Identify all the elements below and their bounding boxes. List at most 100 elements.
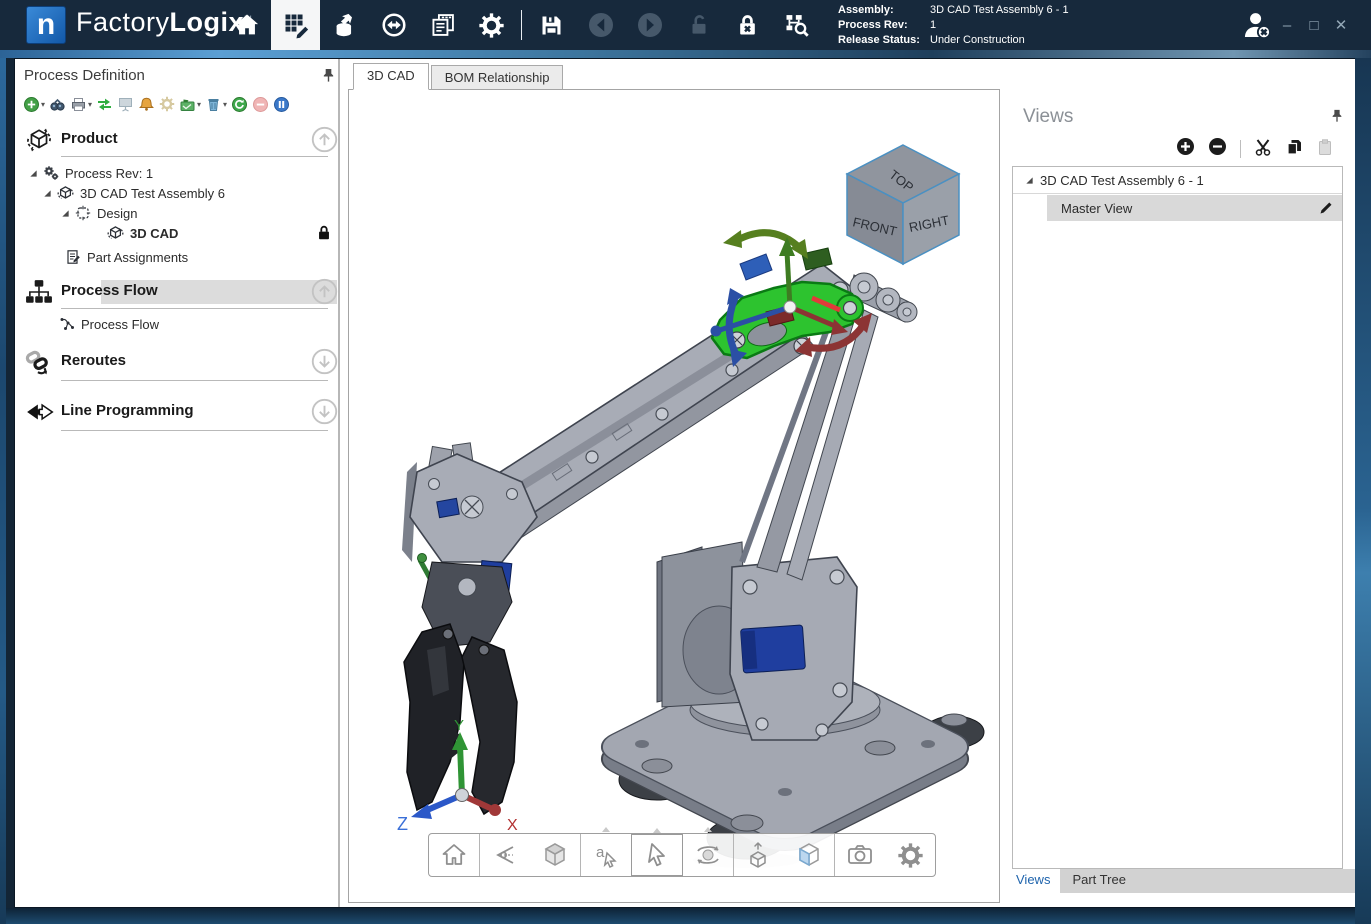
snapshot-icon[interactable] — [834, 834, 885, 876]
print-icon[interactable]: ▾ — [70, 95, 92, 113]
assembly-value: 3D CAD Test Assembly 6 - 1 — [930, 3, 1069, 18]
assembly-info: Assembly:3D CAD Test Assembly 6 - 1 Proc… — [838, 3, 1069, 48]
view-settings-icon[interactable] — [885, 834, 935, 876]
notify-icon[interactable] — [138, 95, 155, 113]
process-rev-value: 1 — [930, 18, 936, 33]
accent-strip — [0, 50, 1371, 58]
section-view-icon[interactable] — [784, 834, 834, 876]
section-line-programming[interactable]: Line Programming — [15, 395, 338, 429]
maximize-button[interactable]: □ — [1305, 17, 1323, 34]
section-reroutes[interactable]: Reroutes — [15, 345, 338, 379]
product-icon — [25, 126, 53, 159]
refresh-icon[interactable] — [231, 95, 248, 113]
view-home-icon[interactable] — [429, 834, 479, 876]
panel-divider[interactable] — [338, 59, 340, 907]
presentation-icon[interactable] — [117, 95, 134, 113]
flow-search-icon[interactable] — [772, 0, 821, 50]
section-label: Reroutes — [61, 352, 126, 369]
pause-icon[interactable] — [273, 95, 290, 113]
configure-icon[interactable] — [159, 95, 175, 113]
add-icon[interactable]: ▾ — [23, 95, 45, 113]
sync-icon[interactable] — [369, 0, 418, 50]
tree-item-assembly[interactable]: 3D CAD Test Assembly 6 — [43, 183, 225, 203]
find-icon[interactable] — [49, 95, 66, 113]
robot-gripper[interactable] — [402, 443, 537, 814]
process-definition-icon[interactable] — [271, 0, 320, 50]
tab-views[interactable]: Views — [1006, 869, 1060, 893]
home-icon[interactable] — [222, 0, 271, 50]
collapse-down-icon[interactable] — [311, 348, 338, 380]
minimize-button[interactable]: – — [1278, 17, 1296, 34]
save-icon[interactable] — [527, 0, 576, 50]
assembly-label: Assembly: — [838, 3, 930, 18]
tree-item-process-flow[interactable]: Process Flow — [59, 314, 159, 334]
axis-label-z: Z — [397, 814, 408, 834]
documents-icon[interactable] — [418, 0, 467, 50]
forward-icon[interactable] — [625, 0, 674, 50]
lock-close-icon[interactable] — [723, 0, 772, 50]
views-tree-master-view[interactable]: Master View — [1047, 195, 1342, 221]
3d-scene[interactable]: TOP FRONT RIGHT Y Z X — [349, 90, 1000, 903]
back-icon[interactable] — [576, 0, 625, 50]
pin-icon[interactable] — [321, 68, 336, 88]
logo-letter: n — [37, 8, 55, 42]
settings-gear-icon[interactable] — [467, 0, 516, 50]
collapse-up-icon[interactable] — [311, 278, 338, 310]
tree-item-part-assignments[interactable]: Part Assignments — [65, 247, 188, 267]
remove-view-icon[interactable] — [1208, 137, 1227, 161]
reorganize-icon[interactable] — [96, 95, 113, 113]
tab-bom-relationship[interactable]: BOM Relationship — [431, 65, 564, 90]
tree-label: Design — [97, 206, 137, 221]
release-status-value: Under Construction — [930, 33, 1025, 48]
main-panel: 3D CAD BOM Relationship — [341, 59, 1006, 907]
paste-icon[interactable] — [1316, 138, 1334, 161]
tab-3d-cad[interactable]: 3D CAD — [353, 63, 429, 90]
view-cube[interactable]: TOP FRONT RIGHT — [847, 145, 959, 264]
section-product[interactable]: Product — [15, 123, 338, 157]
pin-icon[interactable] — [1330, 109, 1344, 128]
deploy-icon[interactable]: ▾ — [179, 95, 201, 113]
window-left-accent — [0, 0, 6, 924]
views-panel-title: Views — [1023, 106, 1073, 128]
expander-icon[interactable] — [43, 186, 52, 201]
expander-icon[interactable] — [1025, 176, 1034, 185]
views-tree: 3D CAD Test Assembly 6 - 1 Master View — [1012, 166, 1343, 869]
tree-item-3d-cad[interactable]: 3D CAD — [107, 223, 178, 243]
delete-icon[interactable]: ▾ — [205, 95, 227, 113]
panel-title: Process Definition — [24, 67, 145, 84]
tab-part-tree[interactable]: Part Tree — [1060, 869, 1137, 893]
collapse-up-icon[interactable] — [311, 126, 338, 158]
views-panel-tabs: Views Part Tree — [1006, 869, 1356, 893]
copy-icon[interactable] — [1285, 138, 1303, 161]
select-cursor-icon[interactable] — [631, 834, 683, 876]
expander-icon[interactable] — [29, 166, 38, 181]
user-logout-icon[interactable] — [1240, 8, 1274, 47]
select-label-icon[interactable]: a — [580, 834, 631, 876]
expander-icon[interactable] — [61, 206, 70, 221]
cut-icon[interactable] — [1254, 138, 1272, 161]
release-icon[interactable] — [320, 0, 369, 50]
divider — [61, 308, 328, 309]
assembly-icon — [57, 185, 74, 202]
isometric-view-icon[interactable] — [530, 834, 580, 876]
tree-item-design[interactable]: Design — [61, 203, 137, 223]
cad-viewport[interactable]: TOP FRONT RIGHT Y Z X — [348, 89, 1000, 903]
tree-item-process-rev[interactable]: Process Rev: 1 — [29, 163, 153, 183]
orbit-icon[interactable] — [683, 834, 733, 876]
explode-icon[interactable] — [733, 834, 784, 876]
unlock-icon[interactable] — [674, 0, 723, 50]
add-view-icon[interactable] — [1176, 137, 1195, 161]
divider — [61, 156, 328, 157]
section-process-flow[interactable]: Process Flow — [15, 275, 338, 309]
edit-pencil-icon[interactable] — [1318, 200, 1334, 219]
divider — [61, 430, 328, 431]
collapse-down-icon[interactable] — [311, 398, 338, 430]
close-button[interactable]: ✕ — [1332, 16, 1350, 34]
suspend-icon[interactable] — [252, 95, 269, 113]
look-at-icon[interactable] — [479, 834, 530, 876]
app-logo: n — [26, 6, 66, 44]
tree-label: 3D CAD Test Assembly 6 - 1 — [1040, 173, 1204, 188]
views-tree-root[interactable]: 3D CAD Test Assembly 6 - 1 — [1013, 167, 1342, 194]
process-rev-label: Process Rev: — [838, 18, 930, 33]
svg-text:a: a — [596, 844, 605, 861]
